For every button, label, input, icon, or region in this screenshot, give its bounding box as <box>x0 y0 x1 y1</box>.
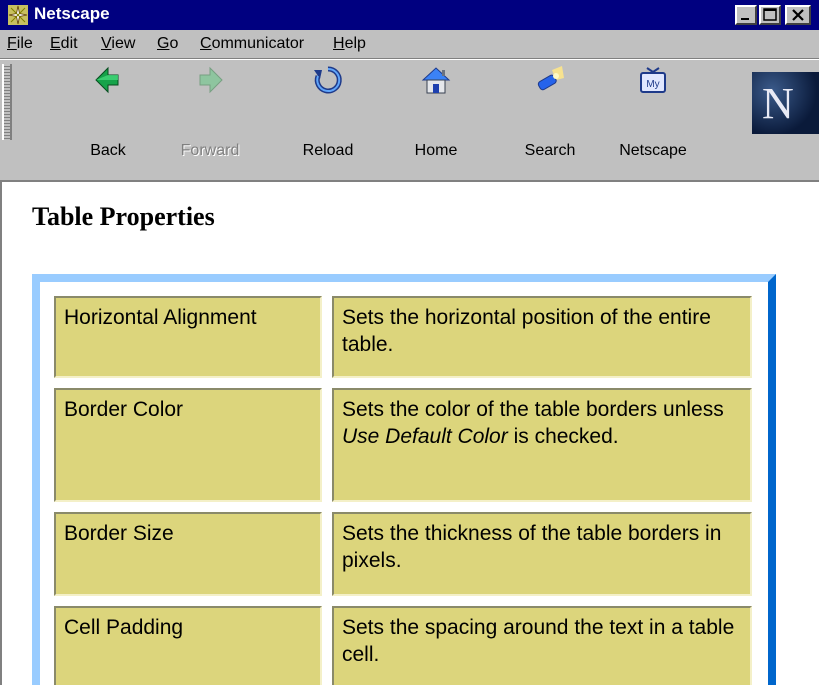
minimize-button[interactable] <box>735 5 757 25</box>
forward-label: Forward <box>180 142 240 159</box>
svg-text:My: My <box>646 79 659 90</box>
my-netscape-icon: My <box>640 67 666 93</box>
browser-window: Netscape File Edit View Go Communicator … <box>0 0 819 685</box>
table-cell-property: Border Size <box>54 512 322 596</box>
netscape-logo-letter: N <box>762 79 794 128</box>
home-button[interactable]: Home <box>396 60 476 172</box>
maximize-icon <box>763 8 777 21</box>
reload-label: Reload <box>302 142 354 159</box>
description-text: is checked. <box>507 425 619 448</box>
home-icon <box>421 67 451 94</box>
table-cell-property: Cell Padding <box>54 606 322 685</box>
menu-communicator[interactable]: Communicator <box>200 35 304 53</box>
forward-button: Forward <box>170 60 250 172</box>
back-label: Back <box>90 142 126 159</box>
menu-help[interactable]: Help <box>333 35 366 53</box>
navigation-toolbar: Back Forward Reload Home Search My Netsc… <box>0 59 819 180</box>
close-button[interactable] <box>785 5 811 25</box>
home-label: Home <box>414 142 458 159</box>
menu-file[interactable]: File <box>7 35 33 53</box>
netscape-logo[interactable]: N <box>752 72 819 134</box>
minimize-icon <box>741 18 749 20</box>
menu-go[interactable]: Go <box>157 35 178 53</box>
table-cell-description: Sets the spacing around the text in a ta… <box>332 606 752 685</box>
table-cell-description: Sets the color of the table borders unle… <box>332 388 752 502</box>
table-cell-description: Sets the thickness of the table borders … <box>332 512 752 596</box>
forward-arrow-icon <box>199 66 223 94</box>
menu-edit[interactable]: Edit <box>50 35 78 53</box>
my-netscape-button[interactable]: My Netscape <box>613 60 693 172</box>
netscape-label: Netscape <box>619 142 687 159</box>
title-bar[interactable]: Netscape <box>0 0 819 30</box>
reload-button[interactable]: Reload <box>288 60 368 172</box>
back-button[interactable]: Back <box>68 60 148 172</box>
search-flashlight-icon <box>537 66 564 91</box>
properties-table: Horizontal Alignment Sets the horizontal… <box>32 274 776 685</box>
window-title: Netscape <box>34 4 110 23</box>
toolbar-grip[interactable] <box>2 64 12 140</box>
page-title: Table Properties <box>32 202 215 231</box>
reload-icon <box>314 66 342 94</box>
search-button[interactable]: Search <box>510 60 590 172</box>
menu-bar: File Edit View Go Communicator Help <box>0 30 819 59</box>
description-emphasis: Use Default Color <box>342 425 508 448</box>
back-arrow-icon <box>95 66 119 94</box>
netscape-app-icon[interactable] <box>8 5 28 25</box>
page-content: Table Properties Horizontal Alignment Se… <box>0 180 819 685</box>
table-cell-description: Sets the horizontal position of the enti… <box>332 296 752 378</box>
table-cell-property: Horizontal Alignment <box>54 296 322 378</box>
search-label: Search <box>524 142 576 159</box>
table-cell-property: Border Color <box>54 388 322 502</box>
menu-view[interactable]: View <box>101 35 135 53</box>
maximize-button[interactable] <box>759 5 781 25</box>
close-icon <box>792 9 804 21</box>
description-text: Sets the color of the table borders unle… <box>342 398 724 421</box>
